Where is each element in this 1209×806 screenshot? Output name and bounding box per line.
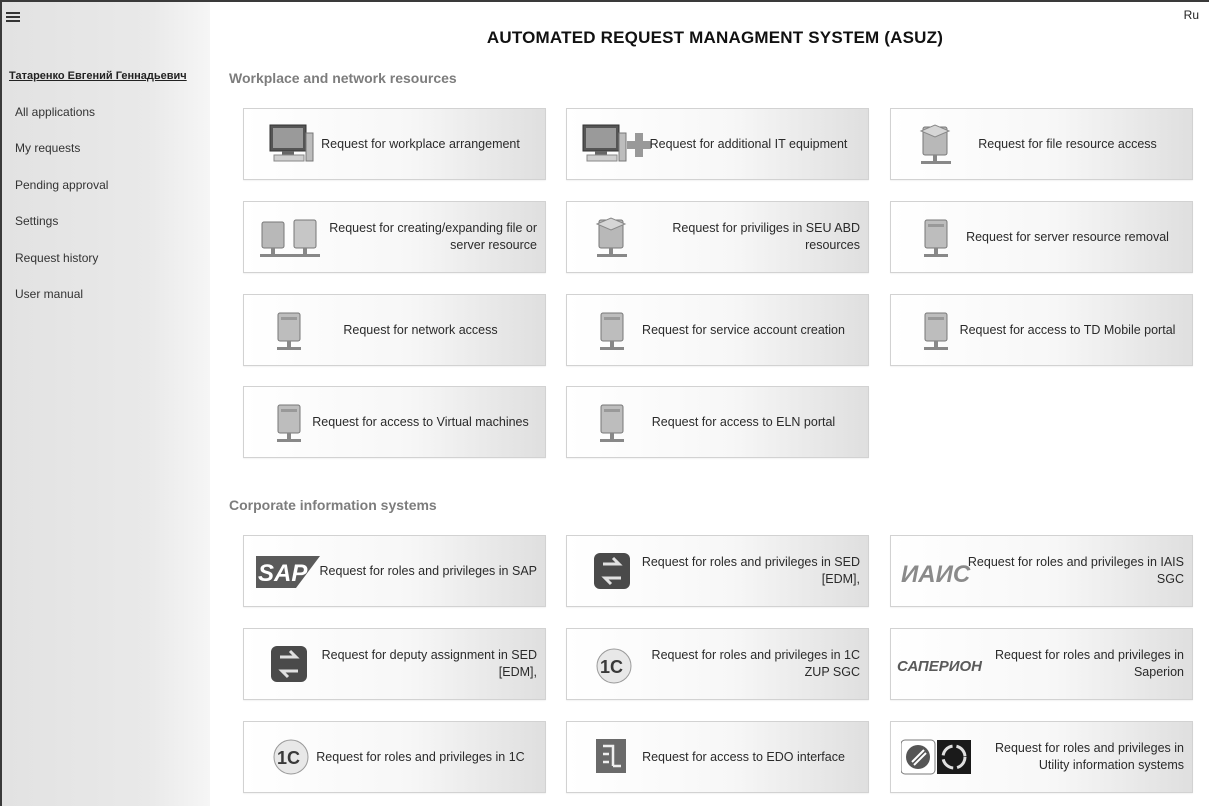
tile-label: Request for workplace arrangement (321, 136, 520, 151)
tile-label: Request for roles and privileges in IAIS… (967, 555, 1184, 586)
servers-network-icon (258, 216, 320, 257)
tile-td-mobile-portal[interactable]: Request for access to TD Mobile portal (890, 294, 1193, 366)
sidebar-item-user-manual[interactable]: User manual (2, 280, 210, 316)
tile-label: Request for service account creation (642, 322, 845, 337)
sidebar-item-all-applications[interactable]: All applications (2, 98, 210, 134)
tile-label: Request for roles and privileges in SED … (641, 555, 860, 586)
section-title-workplace: Workplace and network resources (229, 70, 457, 86)
tile-label: Request for creating/expanding file or s… (329, 221, 537, 252)
tile-label: Request for file resource access (978, 136, 1157, 151)
tile-label: Request for access to TD Mobile portal (959, 322, 1176, 337)
tile-iais-roles[interactable]: ИАИС Request for roles and privileges in… (890, 535, 1193, 607)
tile-label: Request for network access (343, 322, 498, 337)
tile-label: Request for deputy assignment in SED [ED… (321, 648, 537, 679)
iais-logo-icon: ИАИС (899, 556, 971, 596)
sidebar-item-request-history[interactable]: Request history (2, 244, 210, 280)
svg-text:SAP: SAP (258, 560, 308, 587)
hamburger-menu-icon[interactable] (6, 12, 20, 24)
sidebar-item-settings[interactable]: Settings (2, 207, 210, 243)
tile-workplace-arrangement[interactable]: Request for workplace arrangement (243, 108, 546, 180)
tile-creating-expanding-resource[interactable]: Request for creating/expanding file or s… (243, 201, 546, 273)
tile-sap-roles[interactable]: SAP Request for roles and privileges in … (243, 535, 546, 607)
tile-label: Request for access to Virtual machines (312, 414, 529, 429)
tile-label: Request for access to ELN portal (651, 414, 836, 429)
tile-label: Request for server resource removal (966, 229, 1169, 244)
saperion-logo-icon: САПЕРИОН (895, 651, 983, 691)
tile-eln-portal[interactable]: Request for access to ELN portal (566, 386, 869, 458)
tile-label: Request for priviliges in SEU ABD resour… (672, 221, 860, 252)
sap-logo-icon: SAP (256, 554, 320, 594)
tile-label: Request for roles and privileges in 1C Z… (651, 648, 860, 679)
tile-label: Request for roles and privileges in SAP (319, 563, 537, 578)
tile-label: Request for roles and privileges in Util… (995, 741, 1184, 772)
sidebar-item-pending-approval[interactable]: Pending approval (2, 171, 210, 207)
tile-label: Request for access to EDO interface (642, 749, 845, 764)
sidebar: Татаренко Евгений Геннадьевич All applic… (0, 2, 210, 806)
tile-label: Request for additional IT equipment (649, 136, 848, 151)
section-title-corporate: Corporate information systems (229, 497, 437, 513)
page-title: AUTOMATED REQUEST MANAGMENT SYSTEM (ASUZ… (486, 28, 944, 47)
tile-virtual-machines[interactable]: Request for access to Virtual machines (243, 386, 546, 458)
sidebar-nav: All applications My requests Pending app… (2, 98, 210, 316)
tile-file-resource-access[interactable]: Request for file resource access (890, 108, 1193, 180)
tile-label: Request for roles and privileges in 1C (316, 749, 525, 764)
language-switch[interactable]: Ru (1184, 8, 1199, 22)
user-name-link[interactable]: Татаренко Евгений Геннадьевич (9, 70, 187, 82)
tile-priviliges-seu-abd[interactable]: Request for priviliges in SEU ABD resour… (566, 201, 869, 273)
sidebar-item-my-requests[interactable]: My requests (2, 134, 210, 170)
svg-text:1С: 1С (277, 748, 300, 768)
tile-utility-systems-roles[interactable]: Request for roles and privileges in Util… (890, 721, 1193, 793)
tile-server-resource-removal[interactable]: Request for server resource removal (890, 201, 1193, 273)
tile-label: Request for roles and privileges in Sape… (995, 648, 1184, 679)
svg-text:1С: 1С (600, 657, 623, 677)
tile-1c-roles[interactable]: 1С Request for roles and privileges in 1… (243, 721, 546, 793)
tile-1c-zup-roles[interactable]: 1С Request for roles and privileges in 1… (566, 628, 869, 700)
tile-sed-deputy-assignment[interactable]: Request for deputy assignment in SED [ED… (243, 628, 546, 700)
tile-additional-it-equipment[interactable]: Request for additional IT equipment (566, 108, 869, 180)
tile-sed-roles[interactable]: Request for roles and privileges in SED … (566, 535, 869, 607)
tile-network-access[interactable]: Request for network access (243, 294, 546, 366)
tile-edo-interface[interactable]: Request for access to EDO interface (566, 721, 869, 793)
tile-saperion-roles[interactable]: САПЕРИОН Request for roles and privilege… (890, 628, 1193, 700)
workstation-add-icon (581, 123, 651, 163)
tile-service-account-creation[interactable]: Request for service account creation (566, 294, 869, 366)
utility-logo-icon (901, 738, 971, 778)
